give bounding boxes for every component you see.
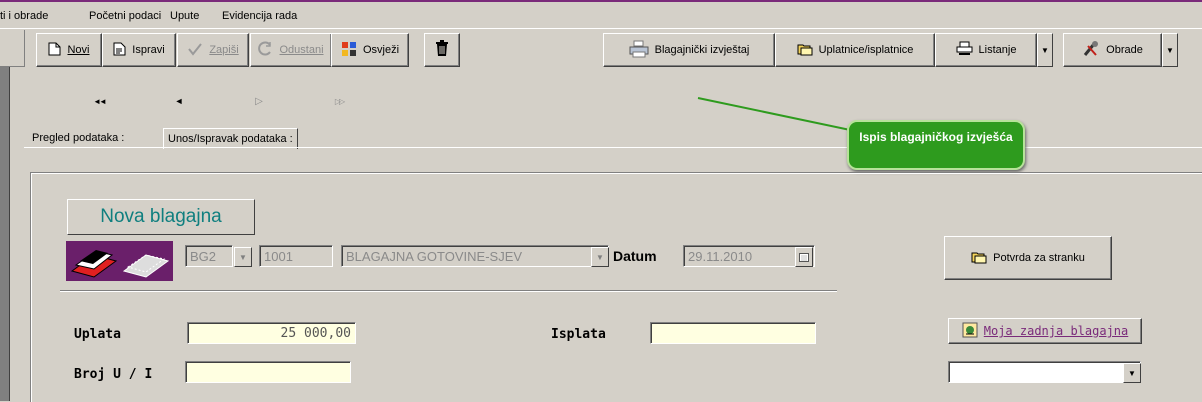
uplatnice-label: Uplatnice/isplatnice — [818, 44, 914, 56]
novi-label: Novi — [67, 44, 90, 56]
menu-item-pocetni-podaci[interactable]: Početni podaci — [89, 10, 161, 22]
zapisi-label: Zapiši — [209, 44, 239, 56]
tab-unos-ispravak[interactable]: Unos/Ispravak podataka : — [163, 128, 298, 149]
blagajnicki-izvjestaj-button[interactable]: Blagajnički izvještaj — [603, 33, 775, 67]
last-record-icon: ▷▷ — [334, 96, 345, 106]
checkmark-icon — [187, 42, 203, 59]
tab-pregled-label: Pregled podataka : — [32, 132, 125, 144]
menu-item-upute[interactable]: Upute — [170, 10, 199, 22]
select-dropdown-arrow[interactable]: ▼ — [1123, 363, 1141, 383]
calendar-icon[interactable] — [795, 247, 813, 267]
obrade-label: Obrade — [1106, 44, 1143, 56]
name-dropdown-arrow[interactable]: ▼ — [591, 247, 609, 267]
broj-ui-label: Broj U / I — [74, 367, 153, 382]
toolbar: Novi Ispravi Zapiši Odustani Osvježi Bla… — [24, 30, 1202, 67]
cash-register-logo — [66, 241, 173, 281]
zapisi-button[interactable]: Zapiši — [177, 33, 249, 67]
next-record-button[interactable]: ▷ — [234, 90, 284, 112]
blagajnicki-label: Blagajnički izvještaj — [654, 44, 750, 56]
odustani-label: Odustani — [279, 44, 324, 56]
folder-copy-icon — [797, 42, 813, 59]
nova-blagajna-label: Nova blagajna — [100, 206, 222, 227]
delete-button[interactable] — [424, 33, 460, 67]
uplata-value: 25 000,00 — [280, 325, 351, 341]
tools-icon — [1082, 40, 1100, 61]
datum-value: 29.11.2010 — [688, 248, 753, 264]
callout-text: Ispis blagajničkog izvješća — [859, 130, 1013, 144]
listanje-dropdown-arrow[interactable]: ▼ — [1037, 33, 1053, 67]
ispravi-label: Ispravi — [132, 44, 165, 56]
menu-bar: ti i obrade Početni podaci Upute Evidenc… — [0, 2, 1202, 29]
first-record-icon: ◄◄ — [93, 96, 107, 106]
tab-unos-label: Unos/Ispravak podataka : — [168, 133, 293, 145]
edit-document-icon — [113, 42, 126, 59]
blagajna-number-field[interactable]: 1001 — [259, 245, 333, 267]
uplatnice-isplatnice-button[interactable]: Uplatnice/isplatnice — [775, 33, 935, 67]
osvjezi-label: Osvježi — [362, 44, 400, 56]
next-record-icon: ▷ — [255, 95, 263, 107]
left-frame-strip — [0, 30, 10, 401]
first-record-button[interactable]: ◄◄ — [74, 90, 124, 112]
menu-item-obrade[interactable]: ti i obrade — [0, 10, 48, 22]
moja-label: Moja zadnja blagajna — [983, 324, 1129, 338]
broj-ui-field[interactable] — [185, 361, 351, 383]
blagajna-name-value: BLAGAJNA GOTOVINE-SJEV — [346, 248, 523, 264]
odustani-button[interactable]: Odustani — [250, 33, 332, 67]
tab-baseline — [24, 147, 1202, 148]
undo-icon — [258, 41, 273, 59]
callout-pointer-line — [697, 97, 856, 132]
nova-blagajna-button[interactable]: Nova blagajna — [67, 199, 255, 235]
obrade-dropdown-arrow[interactable]: ▼ — [1162, 33, 1178, 67]
ispravi-button[interactable]: Ispravi — [102, 33, 176, 67]
listanje-label: Listanje — [978, 44, 1017, 56]
novi-button[interactable]: Novi — [36, 33, 102, 67]
last-record-button[interactable]: ▷▷ — [314, 90, 364, 112]
isplata-label: Isplata — [551, 327, 606, 342]
moja-blagajna-select[interactable] — [948, 361, 1141, 383]
datum-label: Datum — [613, 248, 657, 264]
prev-record-button[interactable]: ◄ — [154, 90, 204, 112]
folder-copy-icon — [971, 250, 987, 267]
isplata-field[interactable] — [650, 322, 816, 344]
callout-bubble: Ispis blagajničkog izvješća — [847, 120, 1025, 170]
potvrda-label: Potvrda za stranku — [993, 252, 1085, 264]
menu-item-evidencija-rada[interactable]: Evidencija rada — [222, 10, 297, 22]
record-navigator: ◄◄ ◄ ▷ ▷▷ — [24, 90, 1202, 112]
blagajna-name-select[interactable]: BLAGAJNA GOTOVINE-SJEV — [341, 245, 609, 267]
blagajna-code-value: BG2 — [190, 248, 217, 264]
refresh-icon — [341, 41, 357, 60]
form-separator — [60, 290, 837, 292]
code-dropdown-arrow[interactable]: ▼ — [234, 247, 252, 267]
left-frame-cap — [0, 30, 25, 67]
listanje-button[interactable]: Listanje — [935, 33, 1037, 67]
new-document-icon — [48, 42, 61, 59]
prev-record-icon: ◄ — [174, 96, 184, 106]
obrade-button[interactable]: Obrade — [1063, 33, 1162, 67]
uplata-field[interactable]: 25 000,00 — [187, 322, 356, 344]
tab-pregled-podataka[interactable]: Pregled podataka : — [28, 128, 128, 148]
moja-zadnja-blagajna-button[interactable]: Moja zadnja blagajna — [948, 318, 1142, 344]
printer-icon — [629, 40, 649, 61]
trash-icon — [435, 40, 449, 60]
blagajna-code-select[interactable]: BG2 — [185, 245, 233, 267]
blagajna-number-value: 1001 — [264, 248, 293, 264]
print-preview-icon — [956, 41, 973, 59]
cash-drawer-icon — [962, 322, 978, 341]
osvjezi-button[interactable]: Osvježi — [331, 33, 409, 67]
potvrda-za-stranku-button[interactable]: Potvrda za stranku — [944, 236, 1112, 280]
uplata-label: Uplata — [74, 327, 121, 342]
